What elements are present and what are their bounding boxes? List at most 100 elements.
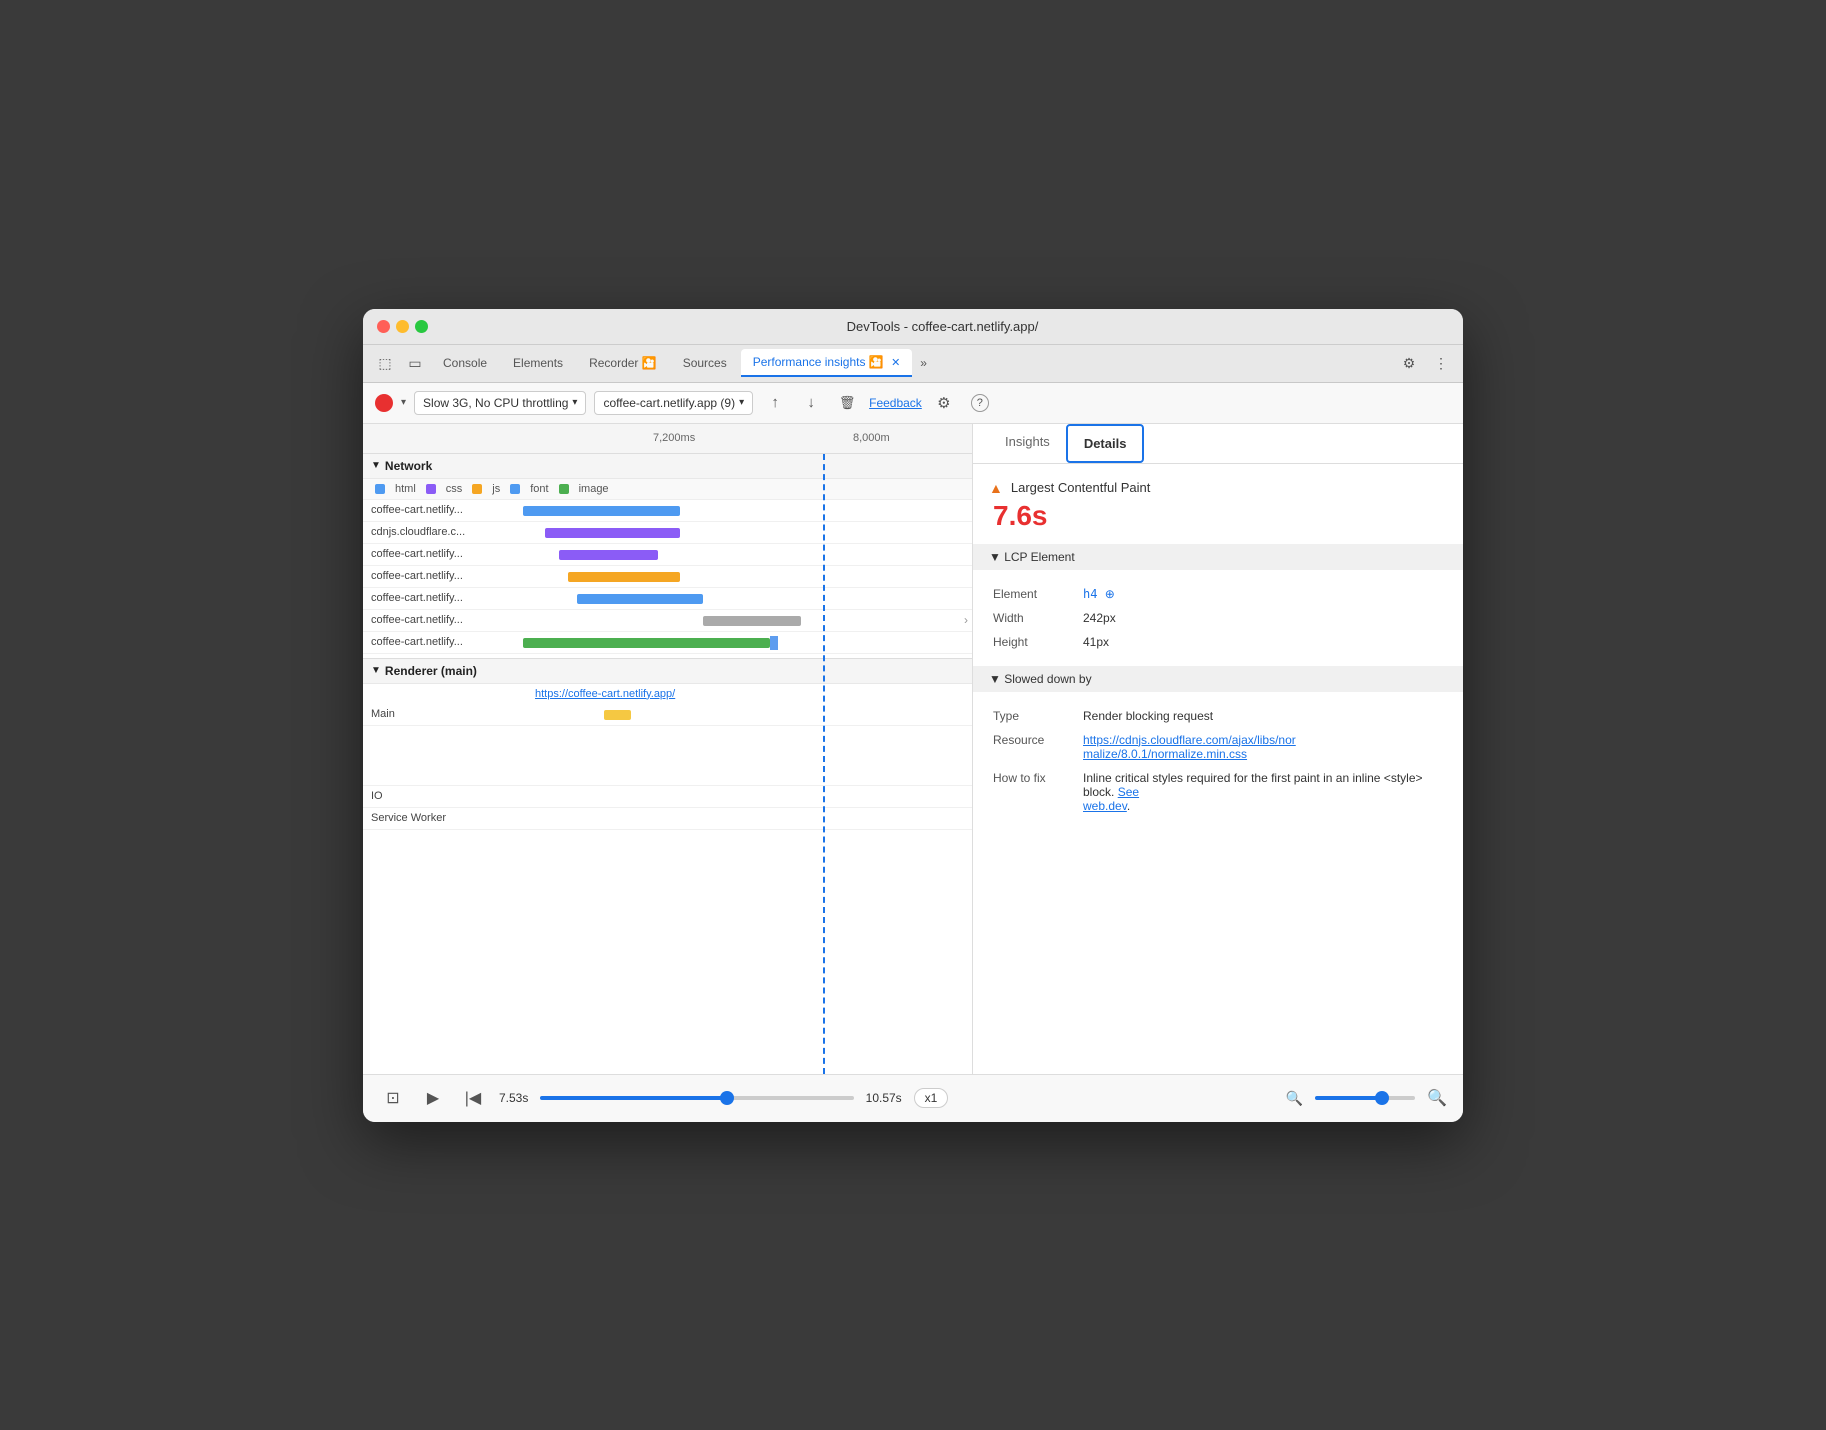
record-dropdown[interactable]: ▾	[401, 397, 406, 408]
renderer-row-label-sw: Service Worker	[363, 812, 523, 824]
delete-icon: 🗑	[839, 395, 856, 411]
renderer-bar-area-sw	[523, 808, 972, 829]
network-row-bar-area	[523, 544, 972, 565]
legend-image-dot	[559, 484, 569, 494]
element-row: Element h4 ⊕	[989, 582, 1447, 606]
more-options-icon[interactable]: ⋮	[1427, 349, 1455, 377]
bar-css-2	[559, 550, 658, 560]
renderer-bar-area-main	[523, 704, 972, 725]
download-button[interactable]: ↓	[797, 389, 825, 417]
tab-close-icon[interactable]: ✕	[891, 357, 900, 369]
tab-performance-insights[interactable]: Performance insights 🎦 ✕	[741, 349, 913, 377]
device-icon[interactable]: ▭	[401, 349, 429, 377]
width-label: Width	[989, 606, 1079, 630]
legend-font-label: font	[530, 483, 548, 495]
legend-html-label: html	[395, 483, 416, 495]
network-row-label: coffee-cart.netlify...	[363, 592, 523, 604]
right-panel: Insights Details ▲ Largest Contentful Pa…	[973, 424, 1463, 1074]
time-slider[interactable]	[540, 1096, 853, 1100]
type-row: Type Render blocking request	[989, 704, 1447, 728]
slowed-down-label: ▼ Slowed down by	[989, 672, 1092, 686]
bar-html	[523, 506, 680, 516]
period: .	[1127, 799, 1130, 813]
delete-button[interactable]: 🗑	[833, 389, 861, 417]
element-label: Element	[989, 582, 1079, 606]
tab-recorder[interactable]: Recorder 🎦	[577, 350, 669, 376]
bar-js	[568, 572, 680, 582]
screenshot-icon: ⊡	[386, 1088, 399, 1108]
network-row[interactable]: coffee-cart.netlify...	[363, 500, 972, 522]
tab-details[interactable]: Details	[1066, 424, 1145, 463]
renderer-row-label-io: IO	[363, 790, 523, 802]
renderer-bar-area-io	[523, 786, 972, 807]
play-button[interactable]: ▶	[419, 1084, 447, 1112]
help-button[interactable]: ?	[966, 389, 994, 417]
node-inspect-icon[interactable]: ⊕	[1105, 587, 1115, 601]
devtools-window: DevTools - coffee-cart.netlify.app/ ⬚ ▭ …	[363, 309, 1463, 1122]
window-title: DevTools - coffee-cart.netlify.app/	[436, 319, 1449, 334]
network-row[interactable]: coffee-cart.netlify... ›	[363, 610, 972, 632]
screenshot-button[interactable]: ⊡	[379, 1084, 407, 1112]
network-row-bar-area: ›	[523, 610, 972, 631]
settings-icon: ⚙	[937, 394, 950, 412]
lcp-element-section-label: ▼ LCP Element	[989, 550, 1075, 564]
title-bar: DevTools - coffee-cart.netlify.app/	[363, 309, 1463, 345]
element-value-cell: h4 ⊕	[1079, 582, 1447, 606]
resource-link[interactable]: https://cdnjs.cloudflare.com/ajax/libs/n…	[1083, 733, 1296, 761]
toolbar: ▾ Slow 3G, No CPU throttling ▾ coffee-ca…	[363, 383, 1463, 424]
network-row[interactable]: coffee-cart.netlify...	[363, 632, 972, 654]
legend-font-dot	[510, 484, 520, 494]
throttle-label: Slow 3G, No CPU throttling	[423, 396, 568, 410]
close-button[interactable]	[377, 320, 390, 333]
settings-button[interactable]: ⚙	[930, 389, 958, 417]
network-collapse-arrow[interactable]: ▼	[371, 460, 381, 471]
how-to-fix-row: How to fix Inline critical styles requir…	[989, 766, 1447, 818]
upload-button[interactable]: ↑	[761, 389, 789, 417]
resource-link-cell: https://cdnjs.cloudflare.com/ajax/libs/n…	[1079, 728, 1447, 766]
how-to-fix-label: How to fix	[989, 766, 1079, 818]
network-row[interactable]: coffee-cart.netlify...	[363, 588, 972, 610]
network-row[interactable]: coffee-cart.netlify...	[363, 566, 972, 588]
network-row-bar-area	[523, 522, 972, 543]
network-row-label: coffee-cart.netlify...	[363, 636, 523, 648]
upload-icon: ↑	[771, 394, 779, 411]
network-row[interactable]: coffee-cart.netlify...	[363, 544, 972, 566]
chevron-right-icon[interactable]: ›	[964, 613, 968, 627]
network-row-label: coffee-cart.netlify...	[363, 548, 523, 560]
lcp-value: 7.6s	[989, 500, 1447, 532]
resource-row: Resource https://cdnjs.cloudflare.com/aj…	[989, 728, 1447, 766]
play-icon: ▶	[427, 1088, 439, 1108]
maximize-button[interactable]	[415, 320, 428, 333]
tab-sources[interactable]: Sources	[671, 350, 739, 376]
record-button[interactable]	[375, 394, 393, 412]
url-select[interactable]: coffee-cart.netlify.app (9) ▾	[594, 391, 753, 415]
zoom-in-icon[interactable]: 🔍	[1427, 1088, 1447, 1108]
zoom-slider[interactable]	[1315, 1096, 1415, 1100]
renderer-collapse-arrow[interactable]: ▼	[371, 665, 381, 676]
network-row-bar-area	[523, 566, 972, 587]
renderer-link[interactable]: https://coffee-cart.netlify.app/	[523, 684, 972, 704]
legend-js-dot	[472, 484, 482, 494]
speed-badge[interactable]: x1	[914, 1088, 949, 1108]
settings-tab-icon[interactable]: ⚙	[1395, 349, 1423, 377]
renderer-row-io: IO	[363, 786, 972, 808]
cursor-icon[interactable]: ⬚	[371, 349, 399, 377]
bar-yellow-main	[604, 710, 631, 720]
renderer-row-service-worker: Service Worker	[363, 808, 972, 830]
ruler-labels: 7,200ms 8,000m ▲ LCP	[633, 424, 972, 453]
height-row: Height 41px	[989, 630, 1447, 654]
lcp-insight-card: ▲ Largest Contentful Paint 7.6s	[989, 480, 1447, 532]
feedback-link[interactable]: Feedback	[869, 396, 922, 410]
minimize-button[interactable]	[396, 320, 409, 333]
zoom-out-icon[interactable]: 🔍	[1286, 1090, 1303, 1107]
tab-insights[interactable]: Insights	[989, 424, 1066, 463]
tab-console[interactable]: Console	[431, 350, 499, 376]
tab-more-button[interactable]: »	[914, 352, 933, 374]
throttle-select[interactable]: Slow 3G, No CPU throttling ▾	[414, 391, 586, 415]
network-row-label: coffee-cart.netlify...	[363, 614, 523, 626]
rewind-button[interactable]: |◀	[459, 1084, 487, 1112]
network-row[interactable]: cdnjs.cloudflare.c...	[363, 522, 972, 544]
tab-elements[interactable]: Elements	[501, 350, 575, 376]
legend-row: html css js font image	[363, 479, 972, 500]
slowed-down-section-header: ▼ Slowed down by	[973, 666, 1463, 692]
